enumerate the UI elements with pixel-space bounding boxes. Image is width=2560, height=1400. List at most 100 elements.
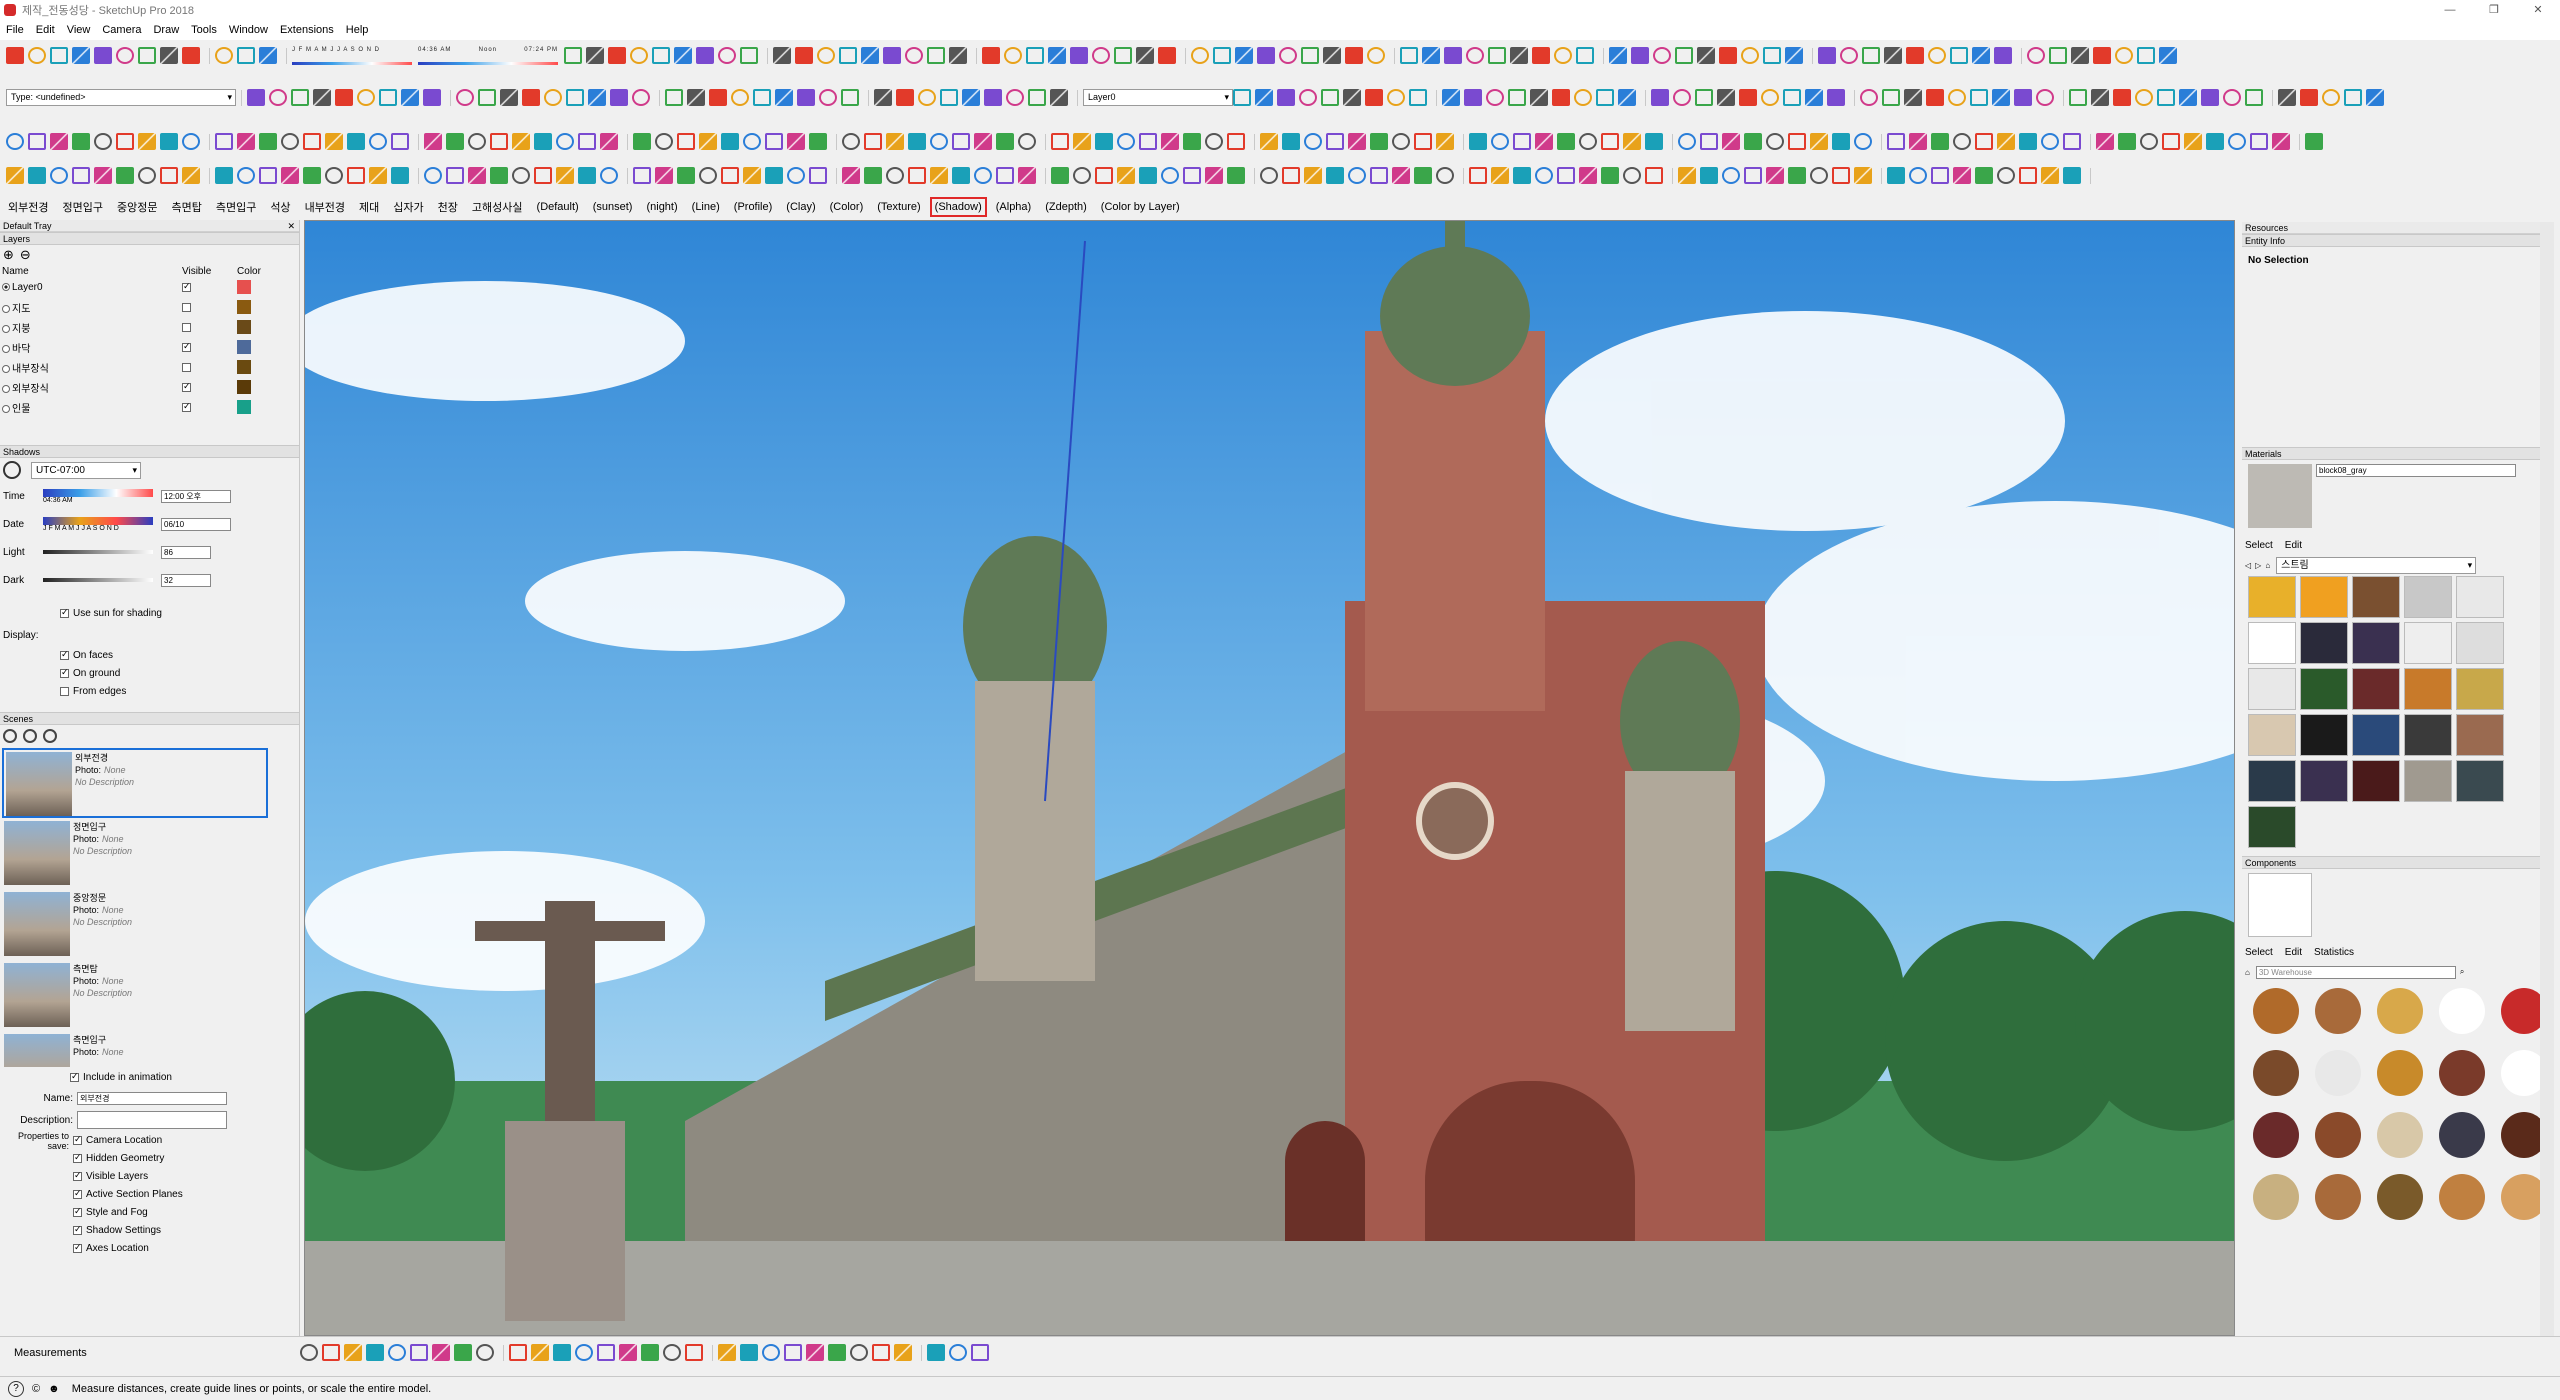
draw-tool-6-icon[interactable] bbox=[674, 47, 692, 64]
component-thumbnail[interactable] bbox=[2496, 1045, 2540, 1101]
render-tool-67-icon[interactable] bbox=[1535, 167, 1553, 184]
bottom-tool-1-icon[interactable] bbox=[300, 1344, 318, 1361]
render-tool-27-icon[interactable] bbox=[600, 167, 618, 184]
property-checkbox[interactable] bbox=[73, 1152, 82, 1163]
plugin-tool-7-icon[interactable] bbox=[1365, 89, 1383, 106]
view-tool-23-icon[interactable] bbox=[753, 89, 771, 106]
edit-tool-85-icon[interactable] bbox=[1953, 133, 1971, 150]
time-field[interactable]: 12:00 오후 bbox=[161, 489, 231, 503]
render-tool-25-icon[interactable] bbox=[556, 167, 574, 184]
render-tool-36-icon[interactable] bbox=[809, 167, 827, 184]
edit-tool-50-icon[interactable] bbox=[1139, 133, 1157, 150]
plugin-tool-12-icon[interactable] bbox=[1486, 89, 1504, 106]
draw-tool-14-icon[interactable] bbox=[861, 47, 879, 64]
draw-tool-58-icon[interactable] bbox=[1884, 47, 1902, 64]
draw-tool-66-icon[interactable] bbox=[2071, 47, 2089, 64]
draw-tool-51-icon[interactable] bbox=[1719, 47, 1737, 64]
plugin-tool-18-icon[interactable] bbox=[1618, 89, 1636, 106]
draw-tool-52-icon[interactable] bbox=[1741, 47, 1759, 64]
materials-select-tab[interactable]: Select bbox=[2245, 540, 2273, 551]
material-swatch[interactable] bbox=[2300, 576, 2348, 618]
plugin-tool-20-icon[interactable] bbox=[1673, 89, 1691, 106]
view-tool-4-icon[interactable] bbox=[313, 89, 331, 106]
bottom-tool-7-icon[interactable] bbox=[432, 1344, 450, 1361]
property-checkbox[interactable] bbox=[73, 1134, 82, 1145]
bottom-tool-27-icon[interactable] bbox=[894, 1344, 912, 1361]
plugin-tool-9-icon[interactable] bbox=[1409, 89, 1427, 106]
render-tool-55-icon[interactable] bbox=[1260, 167, 1278, 184]
menu-edit[interactable]: Edit bbox=[36, 24, 55, 36]
render-tool-65-icon[interactable] bbox=[1491, 167, 1509, 184]
edit-tool-39-icon[interactable] bbox=[886, 133, 904, 150]
layer-row[interactable]: 지붕 bbox=[2, 317, 282, 337]
edit-tool-74-icon[interactable] bbox=[1700, 133, 1718, 150]
view-tool-8-icon[interactable] bbox=[401, 89, 419, 106]
render-tool-80-icon[interactable] bbox=[1832, 167, 1850, 184]
date-slider[interactable]: J F M A M J J A S O N D bbox=[43, 516, 153, 532]
material-preview-swatch[interactable] bbox=[2248, 464, 2312, 528]
edit-tool-38-icon[interactable] bbox=[864, 133, 882, 150]
plugin-tool-33-icon[interactable] bbox=[1970, 89, 1988, 106]
edit-tool-56-icon[interactable] bbox=[1282, 133, 1300, 150]
layer-color-swatch[interactable] bbox=[237, 340, 252, 354]
restore-button[interactable]: ❐ bbox=[2472, 0, 2516, 20]
render-tool-4-icon[interactable] bbox=[72, 167, 90, 184]
render-tool-21-icon[interactable] bbox=[468, 167, 486, 184]
material-swatch[interactable] bbox=[2456, 760, 2504, 802]
edit-tool-14-icon[interactable] bbox=[303, 133, 321, 150]
component-thumbnail[interactable] bbox=[2248, 1107, 2304, 1163]
plugin-tool-31-icon[interactable] bbox=[1926, 89, 1944, 106]
standard-tool-8-icon[interactable] bbox=[160, 47, 178, 64]
scene-list-item[interactable]: 외부전경 Photo: None No Description bbox=[2, 748, 268, 818]
draw-tool-33-icon[interactable] bbox=[1301, 47, 1319, 64]
draw-tool-35-icon[interactable] bbox=[1345, 47, 1363, 64]
draw-tool-60-icon[interactable] bbox=[1928, 47, 1946, 64]
edit-tool-35-icon[interactable] bbox=[787, 133, 805, 150]
active-layer-radio[interactable] bbox=[2, 384, 10, 393]
material-swatch[interactable] bbox=[2300, 714, 2348, 756]
render-tool-8-icon[interactable] bbox=[160, 167, 178, 184]
draw-tool-26-icon[interactable] bbox=[1136, 47, 1154, 64]
edit-tool-41-icon[interactable] bbox=[930, 133, 948, 150]
warehouse-search-field[interactable]: 3D Warehouse bbox=[2255, 965, 2456, 979]
edit-tool-100-icon[interactable] bbox=[2305, 133, 2323, 150]
draw-tool-48-icon[interactable] bbox=[1653, 47, 1671, 64]
render-tool-39-icon[interactable] bbox=[886, 167, 904, 184]
bottom-tool-28-icon[interactable] bbox=[927, 1344, 945, 1361]
components-select-tab[interactable]: Select bbox=[2245, 947, 2273, 958]
draw-tool-19-icon[interactable] bbox=[982, 47, 1000, 64]
date-field[interactable]: 06/10 bbox=[161, 517, 231, 531]
edit-tool-59-icon[interactable] bbox=[1348, 133, 1366, 150]
model-viewport[interactable] bbox=[304, 220, 2235, 1336]
draw-tool-50-icon[interactable] bbox=[1697, 47, 1715, 64]
draw-tool-11-icon[interactable] bbox=[795, 47, 813, 64]
draw-tool-30-icon[interactable] bbox=[1235, 47, 1253, 64]
render-tool-14-icon[interactable] bbox=[303, 167, 321, 184]
component-thumbnail[interactable] bbox=[2372, 1169, 2428, 1225]
draw-tool-49-icon[interactable] bbox=[1675, 47, 1693, 64]
edit-tool-72-icon[interactable] bbox=[1645, 133, 1663, 150]
material-swatch[interactable] bbox=[2404, 576, 2452, 618]
draw-tool-70-icon[interactable] bbox=[2159, 47, 2177, 64]
draw-tool-59-icon[interactable] bbox=[1906, 47, 1924, 64]
scene-tab[interactable]: (sunset) bbox=[591, 200, 635, 214]
plugin-tool-1-icon[interactable] bbox=[1233, 89, 1251, 106]
shadow-date-slider[interactable]: J F M A M J J A S O N D bbox=[292, 47, 412, 65]
scene-list-item[interactable]: 정면입구 Photo: None No Description bbox=[2, 819, 268, 889]
render-tool-74-icon[interactable] bbox=[1700, 167, 1718, 184]
plugin-tool-8-icon[interactable] bbox=[1387, 89, 1405, 106]
draw-tool-39-icon[interactable] bbox=[1444, 47, 1462, 64]
plugin-tool-10-icon[interactable] bbox=[1442, 89, 1460, 106]
component-thumbnail[interactable] bbox=[2496, 983, 2540, 1039]
render-tool-62-icon[interactable] bbox=[1414, 167, 1432, 184]
from-edges-checkbox[interactable] bbox=[60, 686, 69, 696]
close-button[interactable]: ✕ bbox=[2516, 0, 2560, 20]
edit-tool-9-icon[interactable] bbox=[182, 133, 200, 150]
scene-list-item[interactable]: 측면입구 Photo: None bbox=[2, 1032, 268, 1067]
edit-tool-54-icon[interactable] bbox=[1227, 133, 1245, 150]
layer-color-swatch[interactable] bbox=[237, 360, 252, 374]
menu-window[interactable]: Window bbox=[229, 24, 268, 36]
scene-desc-field[interactable] bbox=[77, 1111, 227, 1129]
components-edit-tab[interactable]: Edit bbox=[2285, 947, 2302, 958]
edit-tool-79-icon[interactable] bbox=[1810, 133, 1828, 150]
